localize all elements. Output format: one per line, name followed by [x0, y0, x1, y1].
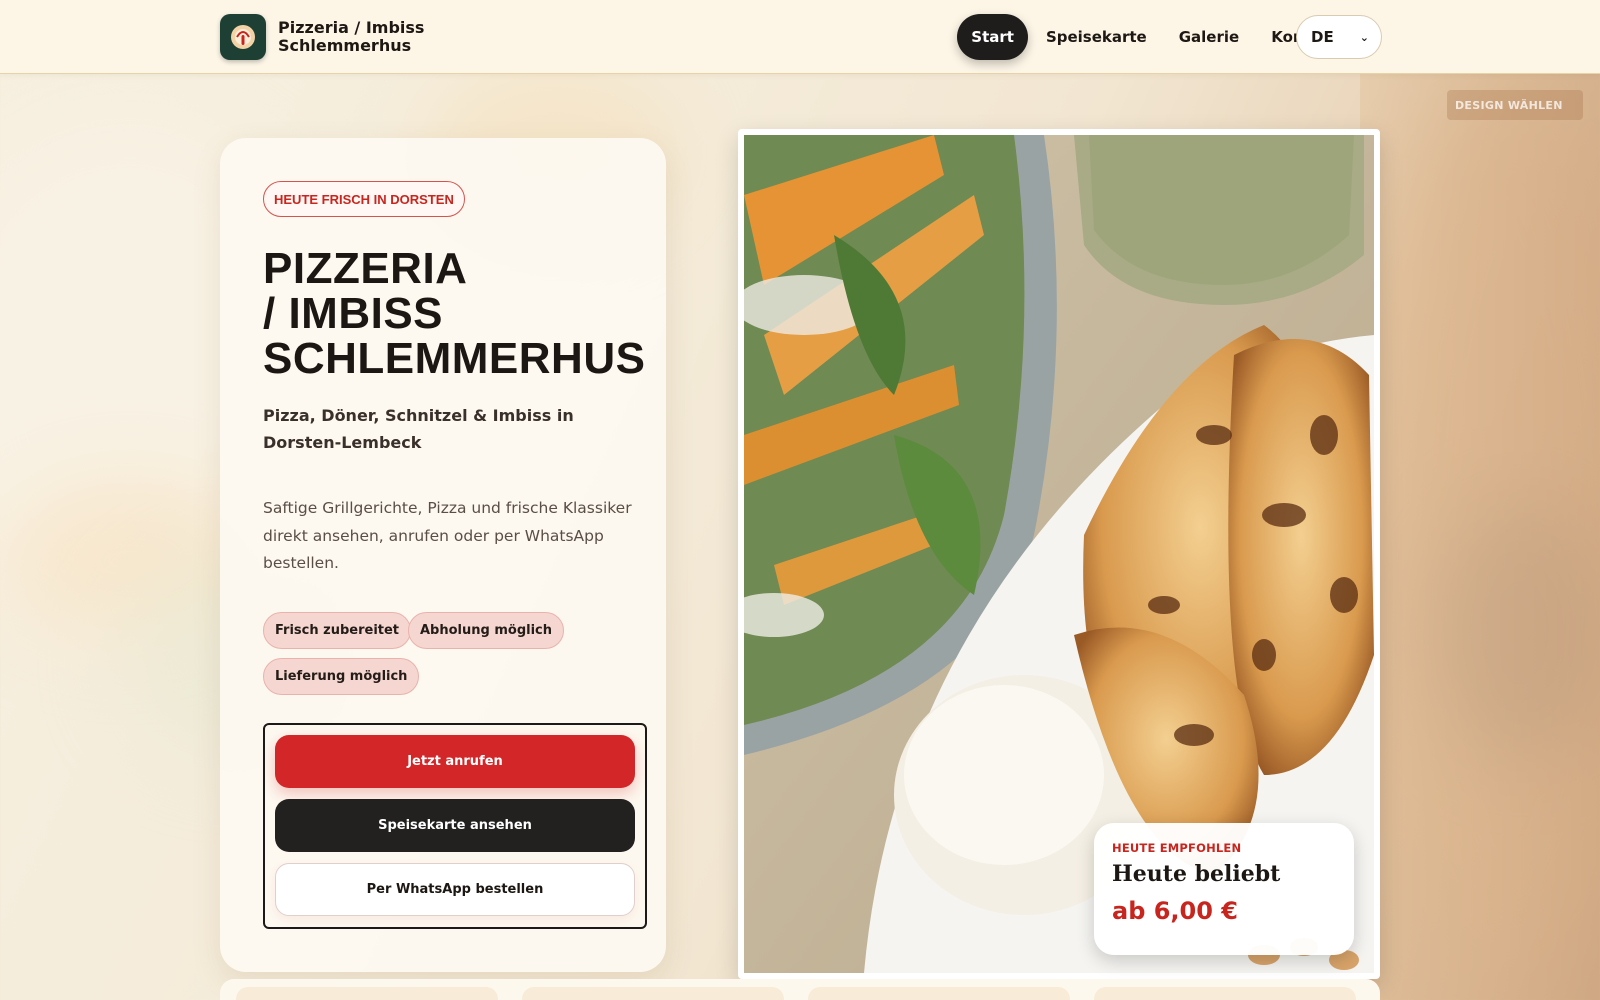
brand-name-line1: Pizzeria / Imbiss	[278, 18, 425, 37]
hero-description: Saftige Grillgerichte, Pizza und frische…	[263, 499, 632, 572]
preview-card	[522, 987, 784, 1000]
recommendation-kicker: HEUTE EMPFOHLEN	[1112, 841, 1242, 855]
brand[interactable]: Pizzeria / Imbiss Schlemmerhus	[220, 14, 424, 60]
view-menu-button[interactable]: Speisekarte ansehen	[275, 799, 635, 852]
preview-card	[236, 987, 498, 1000]
recommendation-card[interactable]: HEUTE EMPFOHLEN Heute beliebt ab 6,00 €	[1094, 823, 1354, 955]
hero-subtitle: Pizza, Döner, Schnitzel & Imbiss in Dors…	[263, 406, 574, 452]
brand-name: Pizzeria / Imbiss Schlemmerhus	[278, 19, 424, 55]
pizza-logo-icon	[220, 14, 266, 60]
preview-card	[808, 987, 1070, 1000]
recommendation-title: Heute beliebt	[1112, 861, 1281, 887]
nav-start[interactable]: Start	[957, 14, 1028, 60]
top-navigation-bar: Pizzeria / Imbiss Schlemmerhus Start Spe…	[0, 0, 1600, 74]
title-line-1: PIZZERIA	[263, 244, 468, 293]
hero-card: HEUTE FRISCH IN DORSTEN PIZZERIA / IMBIS…	[220, 138, 666, 972]
language-value: DE	[1311, 28, 1334, 46]
title-line-3: SCHLEMMERHUS	[263, 334, 646, 383]
next-section-preview	[220, 979, 1380, 1000]
design-select-button[interactable]: DESIGN WÄHLEN	[1447, 90, 1583, 120]
action-buttons-group: Jetzt anrufen Speisekarte ansehen Per Wh…	[263, 723, 647, 929]
nav-galerie[interactable]: Galerie	[1165, 14, 1253, 60]
main-nav: Start Speisekarte Galerie Kontakt	[957, 14, 1352, 60]
chip-pickup: Abholung möglich	[408, 612, 565, 649]
brand-name-line2: Schlemmerhus	[278, 36, 412, 55]
preview-card	[1094, 987, 1356, 1000]
chip-fresh: Frisch zubereitet	[263, 612, 412, 649]
whatsapp-order-button[interactable]: Per WhatsApp bestellen	[275, 863, 635, 916]
nav-speisekarte[interactable]: Speisekarte	[1032, 14, 1161, 60]
language-select[interactable]: DE ⌄	[1296, 15, 1382, 59]
fresh-today-badge: HEUTE FRISCH IN DORSTEN	[263, 181, 465, 217]
chevron-down-icon: ⌄	[1359, 30, 1369, 44]
call-button[interactable]: Jetzt anrufen	[275, 735, 635, 788]
page-title: PIZZERIA / IMBISS SCHLEMMERHUS	[263, 246, 663, 381]
recommendation-price: ab 6,00 €	[1112, 897, 1238, 925]
title-line-2: / IMBISS	[263, 289, 444, 338]
chip-delivery: Lieferung möglich	[263, 658, 420, 695]
